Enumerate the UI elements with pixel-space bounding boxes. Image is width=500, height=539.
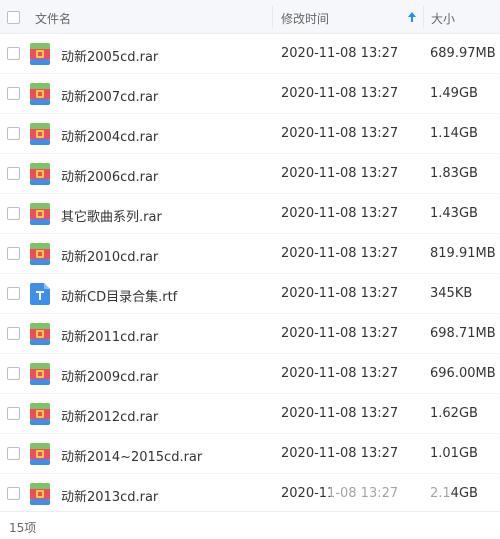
column-header-name[interactable]: 文件名 bbox=[35, 10, 71, 27]
archive-icon bbox=[30, 83, 50, 105]
file-modified-time: 2020-11-08 13:27 bbox=[281, 406, 399, 421]
file-size: 1.83GB bbox=[430, 166, 478, 181]
file-row[interactable]: 动新2007cd.rar 2020-11-08 13:27 1.49GB bbox=[0, 74, 500, 114]
column-header-modified[interactable]: 修改时间 bbox=[281, 10, 329, 27]
row-checkbox[interactable] bbox=[7, 487, 20, 500]
file-name[interactable]: 动新2004cd.rar bbox=[61, 126, 158, 145]
file-row[interactable]: 动新2011cd.rar 2020-11-08 13:27 698.71MB bbox=[0, 314, 500, 354]
file-row[interactable]: 动新2009cd.rar 2020-11-08 13:27 696.00MB bbox=[0, 354, 500, 394]
file-modified-time: 2020-11-08 13:27 bbox=[281, 366, 399, 381]
archive-icon bbox=[30, 203, 50, 225]
row-checkbox[interactable] bbox=[7, 87, 20, 100]
file-row[interactable]: 动新CD目录合集.rtf 2020-11-08 13:27 345KB bbox=[0, 274, 500, 314]
item-count: 15项 bbox=[9, 521, 37, 535]
file-list-header: 文件名 修改时间 大小 bbox=[0, 0, 500, 34]
file-size: 1.43GB bbox=[430, 206, 478, 221]
row-checkbox[interactable] bbox=[7, 447, 20, 460]
file-row[interactable]: 动新2010cd.rar 2020-11-08 13:27 819.91MB bbox=[0, 234, 500, 274]
archive-icon bbox=[30, 243, 50, 265]
row-checkbox[interactable] bbox=[7, 167, 20, 180]
file-modified-time: 2020-11-08 13:27 bbox=[281, 86, 399, 101]
row-checkbox[interactable] bbox=[7, 367, 20, 380]
file-name[interactable]: 动新2013cd.rar bbox=[61, 486, 158, 505]
archive-icon bbox=[30, 403, 50, 425]
file-name[interactable]: 动新2007cd.rar bbox=[61, 86, 158, 105]
file-size: 696.00MB bbox=[430, 366, 496, 381]
file-row[interactable]: 动新2004cd.rar 2020-11-08 13:27 1.14GB bbox=[0, 114, 500, 154]
file-name[interactable]: 其它歌曲系列.rar bbox=[61, 206, 162, 225]
file-size: 689.97MB bbox=[430, 46, 496, 61]
file-size: 1.14GB bbox=[430, 126, 478, 141]
status-bar: 15项 bbox=[0, 511, 500, 539]
file-row[interactable]: 动新2006cd.rar 2020-11-08 13:27 1.83GB bbox=[0, 154, 500, 194]
file-size: 1.01GB bbox=[430, 446, 478, 461]
file-size: 819.91MB bbox=[430, 246, 496, 261]
select-all-checkbox[interactable] bbox=[7, 11, 20, 24]
archive-icon bbox=[30, 363, 50, 385]
archive-icon bbox=[30, 323, 50, 345]
file-modified-time: 2020-11-08 13:27 bbox=[281, 246, 399, 261]
archive-icon bbox=[30, 483, 50, 505]
file-list: 动新2005cd.rar 2020-11-08 13:27 689.97MB 动新20… bbox=[0, 34, 500, 512]
file-name[interactable]: 动新2014~2015cd.rar bbox=[61, 446, 202, 465]
watermark-overlay bbox=[330, 484, 450, 506]
row-checkbox[interactable] bbox=[7, 207, 20, 220]
file-modified-time: 2020-11-08 13:27 bbox=[281, 46, 399, 61]
file-row[interactable]: 动新2014~2015cd.rar 2020-11-08 13:27 1.01GB bbox=[0, 434, 500, 474]
row-checkbox[interactable] bbox=[7, 247, 20, 260]
file-modified-time: 2020-11-08 13:27 bbox=[281, 326, 399, 341]
file-modified-time: 2020-11-08 13:27 bbox=[281, 286, 399, 301]
row-checkbox[interactable] bbox=[7, 407, 20, 420]
sort-ascending-icon[interactable] bbox=[407, 10, 417, 24]
column-divider[interactable] bbox=[272, 6, 273, 28]
file-name[interactable]: 动新2009cd.rar bbox=[61, 366, 158, 385]
file-name[interactable]: 动新CD目录合集.rtf bbox=[61, 286, 177, 305]
file-modified-time: 2020-11-08 13:27 bbox=[281, 126, 399, 141]
file-row[interactable]: 动新2012cd.rar 2020-11-08 13:27 1.62GB bbox=[0, 394, 500, 434]
file-name[interactable]: 动新2005cd.rar bbox=[61, 46, 158, 65]
file-row[interactable]: 其它歌曲系列.rar 2020-11-08 13:27 1.43GB bbox=[0, 194, 500, 234]
file-size: 698.71MB bbox=[430, 326, 496, 341]
file-size: 1.62GB bbox=[430, 406, 478, 421]
file-size: 1.49GB bbox=[430, 86, 478, 101]
document-icon bbox=[30, 283, 50, 305]
row-checkbox[interactable] bbox=[7, 287, 20, 300]
archive-icon bbox=[30, 163, 50, 185]
row-checkbox[interactable] bbox=[7, 47, 20, 60]
file-name[interactable]: 动新2012cd.rar bbox=[61, 406, 158, 425]
row-checkbox[interactable] bbox=[7, 327, 20, 340]
file-row[interactable]: 动新2005cd.rar 2020-11-08 13:27 689.97MB bbox=[0, 34, 500, 74]
file-name[interactable]: 动新2006cd.rar bbox=[61, 166, 158, 185]
column-header-size[interactable]: 大小 bbox=[431, 10, 455, 27]
column-divider[interactable] bbox=[423, 6, 424, 28]
file-modified-time: 2020-11-08 13:27 bbox=[281, 166, 399, 181]
file-name[interactable]: 动新2011cd.rar bbox=[61, 326, 158, 345]
archive-icon bbox=[30, 443, 50, 465]
archive-icon bbox=[30, 123, 50, 145]
file-name[interactable]: 动新2010cd.rar bbox=[61, 246, 158, 265]
file-size: 345KB bbox=[430, 286, 473, 301]
file-modified-time: 2020-11-08 13:27 bbox=[281, 446, 399, 461]
archive-icon bbox=[30, 43, 50, 65]
row-checkbox[interactable] bbox=[7, 127, 20, 140]
file-modified-time: 2020-11-08 13:27 bbox=[281, 206, 399, 221]
